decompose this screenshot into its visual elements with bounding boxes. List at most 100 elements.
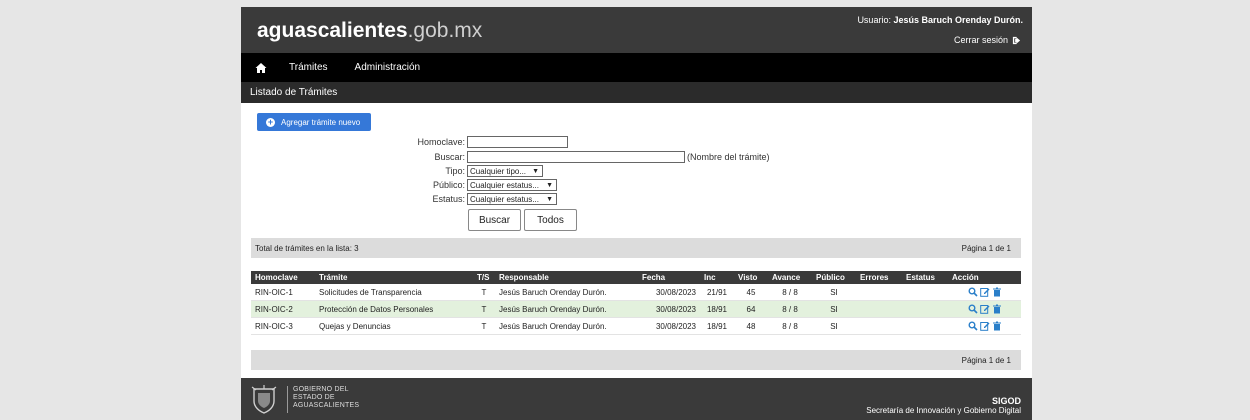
nav-item-administracion[interactable]: Administración	[355, 62, 421, 73]
cell-fecha: 30/08/2023	[638, 300, 700, 318]
footer-divider	[287, 386, 288, 413]
view-icon[interactable]	[968, 304, 978, 314]
gov-logo-text: GOBIERNO DEL ESTADO DE AGUASCALIENTES	[293, 386, 359, 410]
cell-tramite: Protección de Datos Personales	[315, 300, 473, 318]
col-homoclave[interactable]: Homoclave	[251, 271, 315, 284]
page-title: Listado de Trámites	[250, 87, 338, 98]
cell-publico: SI	[812, 300, 856, 318]
table-header-row: Homoclave Trámite T/S Responsable Fecha …	[251, 271, 1021, 284]
table-row: RIN-OIC-2 Protección de Datos Personales…	[251, 300, 1021, 318]
delete-icon[interactable]	[992, 304, 1002, 314]
col-publico[interactable]: Público	[812, 271, 856, 284]
chevron-down-icon: ▼	[546, 181, 553, 189]
view-icon[interactable]	[968, 321, 978, 331]
cell-publico: SI	[812, 317, 856, 335]
col-errores[interactable]: Errores	[856, 271, 902, 284]
footer-credits: SIGOD Secretaría de Innovación y Gobiern…	[866, 396, 1021, 416]
cell-estatus	[902, 284, 948, 301]
edit-icon[interactable]	[979, 287, 990, 297]
tipo-select[interactable]: Cualquier tipo... ▼	[467, 165, 543, 177]
col-tramite[interactable]: Trámite	[315, 271, 473, 284]
col-fecha[interactable]: Fecha	[638, 271, 700, 284]
cell-homoclave: RIN-OIC-1	[251, 284, 315, 301]
chevron-down-icon: ▼	[546, 195, 553, 203]
publico-select[interactable]: Cualquier estatus... ▼	[467, 179, 557, 191]
col-visto[interactable]: Visto	[734, 271, 768, 284]
list-summary-bar: Total de trámites en la lista: 3 Página …	[251, 238, 1021, 258]
cell-responsable: Jesús Baruch Orenday Durón.	[495, 284, 638, 301]
site-header: aguascalientes.gob.mx Usuario: Jesús Bar…	[241, 7, 1032, 53]
cell-errores	[856, 317, 902, 335]
buscar-button[interactable]: Buscar	[468, 209, 521, 231]
secretaria-name: Secretaría de Innovación y Gobierno Digi…	[866, 406, 1021, 415]
cell-avance: 8 / 8	[768, 284, 812, 301]
pagination-bar: Página 1 de 1	[251, 350, 1021, 370]
col-ts[interactable]: T/S	[473, 271, 495, 284]
tramites-table: Homoclave Trámite T/S Responsable Fecha …	[251, 271, 1021, 335]
buscar-label: Buscar:	[434, 152, 465, 162]
plus-circle-icon: +	[266, 116, 275, 127]
col-accion: Acción	[948, 271, 1021, 284]
add-tramite-label: Agregar trámite nuevo	[281, 117, 361, 127]
estatus-label: Estatus:	[432, 194, 465, 204]
col-avance[interactable]: Avance	[768, 271, 812, 284]
main-navbar: Trámites Administración	[241, 53, 1032, 82]
sign-out-icon	[1012, 36, 1021, 44]
edit-icon[interactable]	[979, 321, 990, 331]
publico-select-value: Cualquier estatus...	[470, 180, 539, 190]
system-name: SIGOD	[991, 396, 1021, 406]
cell-fecha: 30/08/2023	[638, 317, 700, 335]
gov-line-2: ESTADO DE	[293, 394, 335, 401]
page-container: aguascalientes.gob.mx Usuario: Jesús Bar…	[241, 7, 1032, 420]
cell-publico: SI	[812, 284, 856, 301]
view-icon[interactable]	[968, 287, 978, 297]
logout-label: Cerrar sesión	[953, 35, 1008, 45]
cell-visto: 64	[734, 300, 768, 318]
cell-visto: 45	[734, 284, 768, 301]
page-title-bar: Listado de Trámites	[241, 82, 1032, 103]
pagination-label-bottom: Página 1 de 1	[961, 355, 1011, 365]
todos-button[interactable]: Todos	[524, 209, 577, 231]
publico-label: Público:	[432, 180, 465, 190]
cell-errores	[856, 300, 902, 318]
cell-errores	[856, 284, 902, 301]
cell-inc: 21/91	[700, 284, 734, 301]
col-responsable[interactable]: Responsable	[495, 271, 638, 284]
search-input[interactable]	[467, 151, 685, 163]
cell-visto: 48	[734, 317, 768, 335]
estatus-select[interactable]: Cualquier estatus... ▼	[467, 193, 557, 205]
cell-ts: T	[473, 317, 495, 335]
cell-inc: 18/91	[700, 317, 734, 335]
logout-link[interactable]: Cerrar sesión	[954, 35, 1021, 45]
delete-icon[interactable]	[992, 287, 1002, 297]
cell-responsable: Jesús Baruch Orenday Durón.	[495, 317, 638, 335]
home-icon[interactable]	[255, 62, 267, 74]
cell-ts: T	[473, 284, 495, 301]
homoclave-input[interactable]	[467, 136, 568, 148]
cell-avance: 8 / 8	[768, 300, 812, 318]
chevron-down-icon: ▼	[532, 167, 539, 175]
search-hint: (Nombre del trámite)	[687, 152, 770, 162]
nav-item-tramites[interactable]: Trámites	[289, 62, 328, 73]
cell-fecha: 30/08/2023	[638, 284, 700, 301]
cell-accion	[948, 300, 1021, 318]
gov-line-1: GOBIERNO DEL	[293, 386, 349, 393]
cell-ts: T	[473, 300, 495, 318]
user-info: Usuario: Jesús Baruch Orenday Durón.	[857, 15, 1023, 25]
cell-avance: 8 / 8	[768, 317, 812, 335]
tipo-select-value: Cualquier tipo...	[470, 166, 527, 176]
add-tramite-button[interactable]: + Agregar trámite nuevo	[257, 113, 371, 131]
col-estatus[interactable]: Estatus	[902, 271, 948, 284]
col-inc[interactable]: Inc	[700, 271, 734, 284]
delete-icon[interactable]	[992, 321, 1002, 331]
edit-icon[interactable]	[979, 304, 990, 314]
table-row: RIN-OIC-3 Quejas y Denuncias T Jesús Bar…	[251, 317, 1021, 335]
user-name: Jesús Baruch Orenday Durón.	[893, 15, 1023, 25]
cell-tramite: Quejas y Denuncias	[315, 317, 473, 335]
site-logo[interactable]: aguascalientes.gob.mx	[257, 19, 482, 43]
site-footer: GOBIERNO DEL ESTADO DE AGUASCALIENTES SI…	[241, 378, 1032, 420]
cell-tramite: Solicitudes de Transparencia	[315, 284, 473, 301]
cell-estatus	[902, 317, 948, 335]
gov-line-3: AGUASCALIENTES	[293, 402, 360, 409]
cell-homoclave: RIN-OIC-2	[251, 300, 315, 318]
